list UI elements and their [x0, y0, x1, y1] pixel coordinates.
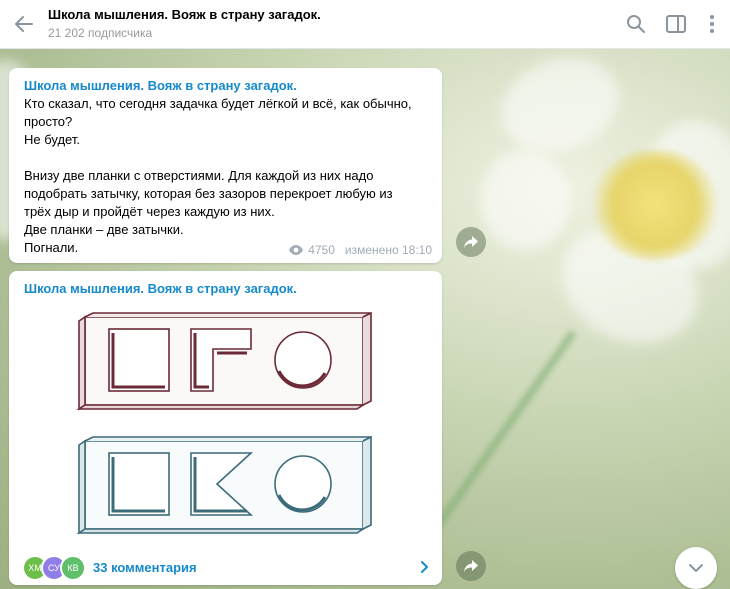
more-button[interactable]: [700, 12, 724, 36]
puzzle-planks-image[interactable]: [73, 309, 373, 545]
avatar: КВ: [60, 555, 86, 581]
share-icon: [464, 560, 478, 572]
subscriber-count: 21 202 подписчика: [48, 26, 153, 40]
view-count: 4750: [308, 243, 335, 257]
share-icon: [464, 236, 478, 248]
search-icon: [627, 15, 645, 33]
back-button[interactable]: [12, 12, 36, 36]
share-button[interactable]: [456, 551, 486, 581]
back-arrow-icon: [15, 16, 33, 32]
message-channel-name[interactable]: Школа мышления. Вояж в страну загадок.: [24, 281, 297, 296]
message-channel-name[interactable]: Школа мышления. Вояж в страну загадок.: [24, 78, 297, 93]
message-meta: 4750 изменено 18:10: [288, 243, 432, 257]
more-vertical-icon: [710, 15, 714, 33]
bottom-plank: [76, 435, 372, 535]
edited-time: изменено 18:10: [344, 243, 432, 257]
message-bubble: Школа мышления. Вояж в страну загадок.: [9, 271, 442, 585]
eye-icon: [289, 245, 304, 255]
search-button[interactable]: [624, 12, 648, 36]
channel-title[interactable]: Школа мышления. Вояж в страну загадок.: [48, 7, 321, 22]
comments-open-button[interactable]: [416, 559, 432, 575]
sidebar-toggle-button[interactable]: [664, 12, 688, 36]
chat-header: Школа мышления. Вояж в страну загадок. 2…: [0, 0, 730, 49]
chevron-down-icon: [689, 564, 703, 572]
sidebar-toggle-icon: [666, 15, 686, 33]
chevron-right-icon: [421, 561, 428, 573]
share-button[interactable]: [456, 227, 486, 257]
message-bubble: Школа мышления. Вояж в страну загадок. К…: [9, 68, 442, 263]
comments-link[interactable]: 33 комментария: [93, 560, 197, 575]
message-text: Кто сказал, что сегодня задачка будет лё…: [24, 96, 412, 255]
top-plank: [76, 311, 372, 411]
scroll-down-button[interactable]: [675, 547, 717, 589]
